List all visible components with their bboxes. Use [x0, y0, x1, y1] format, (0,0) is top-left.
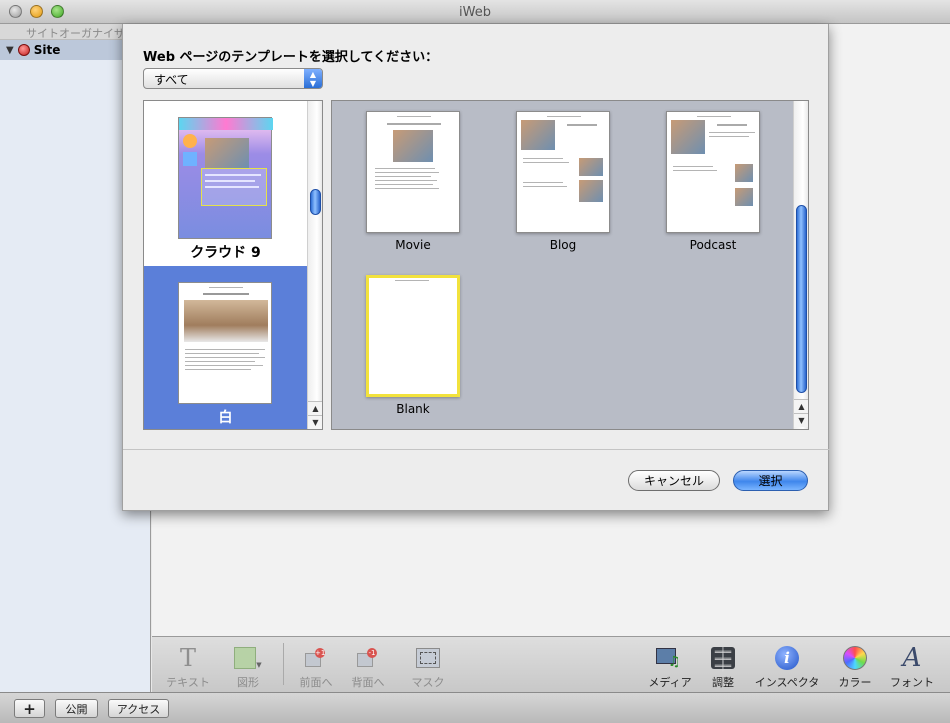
- color-button[interactable]: カラー: [834, 645, 876, 690]
- scroll-up-arrow-icon[interactable]: ▲: [308, 401, 322, 415]
- theme-thumbnail-white: [178, 282, 272, 404]
- adjust-icon: ═╪═ ═╪═ ═╪═: [709, 645, 737, 672]
- theme-name: 白: [218, 410, 233, 426]
- bring-front-button[interactable]: +1 前面へ: [294, 645, 338, 690]
- template-thumbnail: [516, 111, 610, 233]
- scrollbar-thumb[interactable]: [796, 205, 807, 393]
- send-back-label: 背面へ: [351, 676, 385, 689]
- disclosure-triangle-icon[interactable]: ▼: [6, 45, 14, 56]
- font-button[interactable]: A フォント: [888, 643, 936, 690]
- scroll-down-arrow-icon[interactable]: ▼: [308, 415, 322, 429]
- mask-icon: [414, 645, 442, 671]
- toolbar-divider: [283, 643, 284, 685]
- scroll-down-arrow-icon[interactable]: ▼: [794, 413, 808, 427]
- template-item-movie[interactable]: Movie: [366, 111, 460, 252]
- theme-item-cloud9[interactable]: クラウド 9: [144, 101, 307, 266]
- status-bar: + 公開 アクセス: [0, 692, 950, 723]
- sheet-prompt: Web ページのテンプレートを選択してください：: [143, 50, 439, 65]
- template-item-blank[interactable]: Blank: [366, 275, 460, 416]
- shape-button-label: 図形: [237, 676, 259, 689]
- template-thumbnail: [366, 275, 460, 397]
- theme-filter-value: すべて: [154, 73, 189, 87]
- sheet-divider: [123, 449, 830, 450]
- shape-icon: ▼: [234, 645, 262, 671]
- bring-front-icon: +1: [302, 645, 330, 671]
- sidebar-item-label: Site: [33, 43, 61, 57]
- theme-list-scrollbar[interactable]: ▲ ▼: [307, 101, 322, 429]
- template-item-podcast[interactable]: Podcast: [666, 111, 760, 252]
- template-thumbnail: [666, 111, 760, 233]
- text-button-label: テキスト: [166, 676, 210, 689]
- publish-button[interactable]: 公開: [55, 699, 98, 718]
- font-button-label: フォント: [890, 676, 934, 689]
- scroll-up-arrow-icon[interactable]: ▲: [794, 399, 808, 413]
- inspector-icon: i: [773, 645, 801, 671]
- popup-arrows-icon: ▲ ▼: [304, 69, 322, 88]
- scrollbar-thumb[interactable]: [310, 189, 321, 215]
- cancel-button[interactable]: キャンセル: [628, 470, 720, 491]
- color-wheel-icon: [841, 645, 869, 671]
- template-thumbnail: [366, 111, 460, 233]
- template-grid-scrollbar[interactable]: ▲ ▼: [793, 101, 808, 429]
- bottom-toolbar: T テキスト ▼ 図形 +1 前面へ -1 背面へ マスク ♫ メディア ═╪═…: [152, 636, 950, 692]
- theme-item-white[interactable]: 白: [144, 266, 307, 429]
- media-button[interactable]: ♫ メディア: [646, 645, 694, 690]
- choose-button[interactable]: 選択: [733, 470, 808, 491]
- send-back-icon: -1: [354, 645, 382, 671]
- send-back-button[interactable]: -1 背面へ: [346, 645, 390, 690]
- template-name: Blog: [549, 238, 577, 252]
- template-chooser-sheet: Web ページのテンプレートを選択してください： すべて ▲▼ クラウド 9: [122, 24, 830, 511]
- theme-thumbnail-cloud9: [178, 117, 273, 239]
- theme-name: クラウド 9: [190, 245, 261, 261]
- template-item-blog[interactable]: Blog: [516, 111, 610, 252]
- inspector-button[interactable]: i インスペクタ: [752, 645, 822, 690]
- mask-button-label: マスク: [411, 676, 445, 689]
- font-icon: A: [902, 643, 922, 673]
- text-icon: T: [179, 644, 196, 672]
- add-page-button[interactable]: +: [14, 699, 45, 718]
- theme-list: クラウド 9 白 ▲ ▼: [143, 100, 323, 430]
- window-title: iWeb: [459, 5, 491, 20]
- shape-button[interactable]: ▼ 図形: [224, 645, 272, 690]
- template-name: Podcast: [689, 238, 737, 252]
- template-name: Blank: [396, 402, 430, 416]
- title-bar: iWeb: [0, 0, 950, 24]
- template-name: Movie: [395, 238, 431, 252]
- mask-button[interactable]: マスク: [406, 645, 450, 690]
- bring-front-label: 前面へ: [299, 676, 333, 689]
- inspector-button-label: インスペクタ: [754, 676, 820, 689]
- visit-site-button[interactable]: アクセス: [108, 699, 169, 718]
- media-icon: ♫: [656, 645, 684, 671]
- media-button-label: メディア: [648, 676, 692, 689]
- theme-filter-popup[interactable]: すべて ▲ ▼: [143, 68, 323, 89]
- adjust-button-label: 調整: [712, 676, 734, 689]
- site-globe-icon: [17, 44, 30, 56]
- template-grid: Movie Blog Podcast Blank ▲ ▼: [331, 100, 809, 430]
- adjust-button[interactable]: ═╪═ ═╪═ ═╪═ 調整: [704, 645, 742, 690]
- color-button-label: カラー: [838, 676, 872, 689]
- text-button[interactable]: T テキスト: [164, 644, 212, 690]
